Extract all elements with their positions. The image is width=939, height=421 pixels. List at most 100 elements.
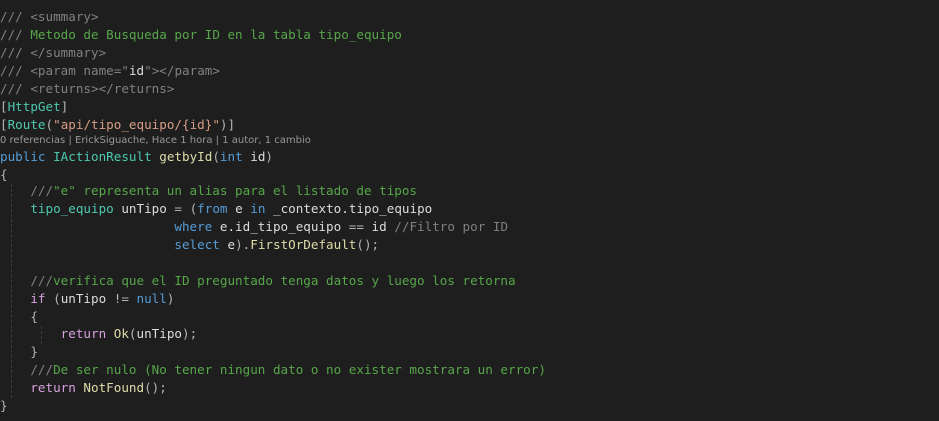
codelens-separator: | [212,135,223,146]
code-token: in [250,201,274,216]
code-token: e [235,201,251,216]
code-token: (); [356,237,380,252]
code-token: return [30,380,84,395]
code-token: ) [166,291,175,306]
code-line: ///De ser nulo (No tener ningun dato o n… [0,361,546,379]
code-token: HttpGet [7,99,61,114]
code-line: /// <returns></returns> [0,80,174,98]
code-token: ( [45,117,54,132]
code-line: /// </summary> [0,44,106,62]
code-line: where e.id_tipo_equipo == id //Filtro po… [0,218,508,236]
code-token: where [174,219,220,234]
code-line: [Route("api/tipo_equipo/{id}")] [0,116,235,134]
code-token: FirstOrDefault [250,237,357,252]
code-token: null [136,291,167,306]
code-token: select [174,237,228,252]
codelens-author-link[interactable]: ErickSiguache, Hace 1 hora [75,135,213,146]
indent-guide [41,326,42,344]
code-token: /// [0,81,31,96]
code-token: id [128,63,145,78]
code-token: [ [0,99,8,114]
code-token: /// [0,63,31,78]
code-line: tipo_equipo unTipo = (from e in _context… [0,200,432,218]
code-token: int [219,149,251,164]
code-token: IActionResult [53,149,160,164]
code-token: /// [0,183,54,198]
code-token: " [121,63,129,78]
code-token: [ [0,117,8,132]
code-token: tipo_equipo [30,201,122,216]
code-token: == [348,219,372,234]
code-editor[interactable]: /// <summary> /// Metodo de Busqueda por… [0,0,939,421]
code-token: if [30,291,54,306]
code-token: " [144,63,152,78]
code-token: } [0,398,8,413]
code-token: unTipo [121,201,175,216]
code-token: (); [144,380,167,395]
code-token: { [0,309,38,324]
code-token: e.id_tipo_equipo [219,219,349,234]
codelens-separator: | [65,135,75,146]
code-token: </summary> [30,45,107,60]
code-token: <param name= [30,63,122,78]
code-token: public [0,149,54,164]
code-token: ); [182,326,198,341]
code-token: Ok [113,326,129,341]
code-token: != [113,291,137,306]
code-token: from [197,201,236,216]
code-token: unTipo [136,326,183,341]
code-token: ( [128,326,137,341]
code-token: /// [0,9,31,24]
code-line: } [0,397,8,415]
code-token: ] [60,99,69,114]
code-token: )] [219,117,236,132]
code-token: Metodo de Busqueda por ID en la tabla ti… [30,27,402,42]
code-line: ///"e" representa un alias para el lista… [0,182,417,200]
codelens-bar: 0 referencias | ErickSiguache, Hace 1 ho… [0,134,311,148]
code-token: /// [0,273,54,288]
code-line: [HttpGet] [0,98,68,116]
code-token: NotFound [83,380,145,395]
code-token: verifica que el ID preguntado tenga dato… [53,273,516,288]
code-token: e [227,237,236,252]
code-token: unTipo [60,291,114,306]
code-token: ></param> [151,63,220,78]
code-line: } [0,343,38,361]
code-token: id [250,149,266,164]
code-token: /// [0,27,31,42]
code-token: ( [53,291,61,306]
code-token: <summary> [30,9,99,24]
code-token: <returns></returns> [30,81,175,96]
code-token: De ser nulo (No tener ningun dato o no e… [53,362,546,377]
code-token: _contexto.tipo_equipo [273,201,433,216]
code-line: ///verifica que el ID preguntado tenga d… [0,272,516,290]
code-line: public IActionResult getbyId(int id) [0,148,273,166]
code-line: if (unTipo != null) [0,290,174,308]
code-token: ( [212,149,220,164]
code-token: //Filtro por ID [394,219,509,234]
code-token: getbyId [159,149,213,164]
code-token: id [371,219,395,234]
code-token: } [0,344,38,359]
code-line: /// <summary> [0,8,99,26]
code-line: select e).FirstOrDefault(); [0,236,379,254]
code-token: /// [0,362,54,377]
codelens-changes-link[interactable]: 1 autor, 1 cambio [222,135,311,146]
code-token: /// [0,45,31,60]
code-line: return NotFound(); [0,379,167,397]
codelens-references-link[interactable]: 0 referencias [0,135,65,146]
code-line: { [0,308,38,326]
code-token: { [0,167,8,182]
code-token: ). [235,237,251,252]
code-token: = ( [174,201,198,216]
code-token: "api/tipo_equipo/{id}" [53,117,220,132]
code-token: ) [265,149,274,164]
code-token: Route [7,117,46,132]
indent-guide [11,184,12,398]
